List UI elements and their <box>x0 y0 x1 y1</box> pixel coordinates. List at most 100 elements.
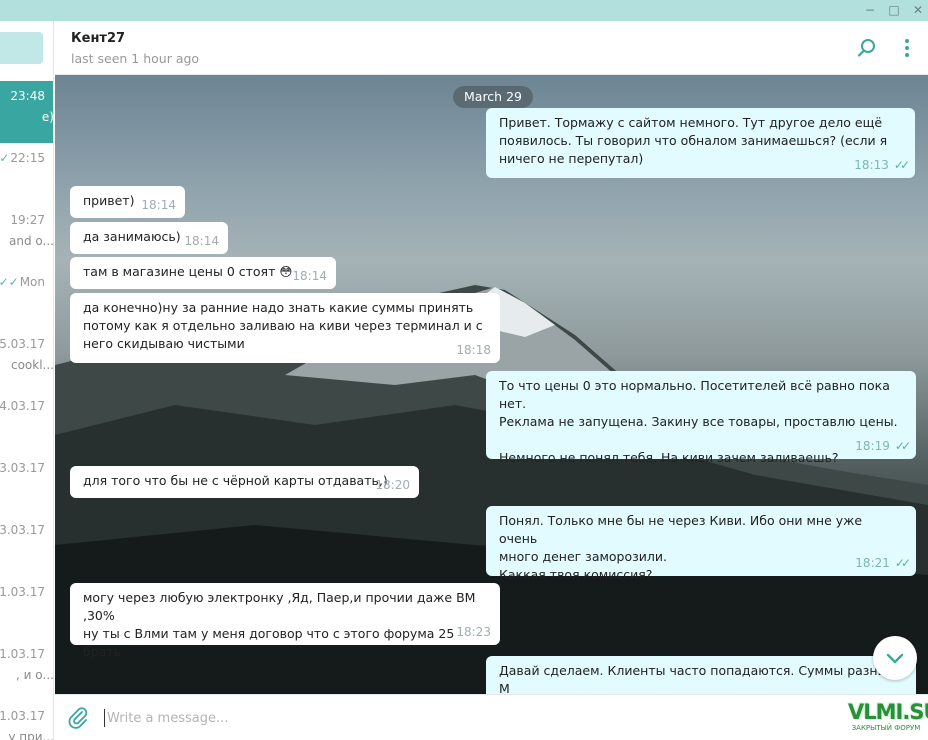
message-time-label: 18:20 <box>375 478 410 492</box>
message-time: 18:13 ✓✓ <box>854 156 910 174</box>
message-time-label: 18:14 <box>141 198 176 212</box>
outgoing-message[interactable]: Давай сделаем. Клиенты часто попадаются.… <box>486 656 916 694</box>
message-time: 18:20 <box>375 476 410 494</box>
message-time-label: 18:14 <box>184 234 219 248</box>
dialog-time: 23:48 <box>10 89 45 103</box>
read-check-icon: ✓✓ <box>893 158 910 172</box>
message-time: 18:14 <box>292 267 327 285</box>
incoming-message[interactable]: могу через любую электронку ,Яд, Паер,и … <box>70 583 500 659</box>
message-text: там в магазине цены 0 стоят 😳 <box>83 264 293 279</box>
dialog-list-item[interactable]: 21.03.17 у при... <box>0 701 54 740</box>
message-time: 18:14 <box>141 196 176 214</box>
outgoing-message[interactable]: То что цены 0 это нормально. Посетителей… <box>486 371 916 465</box>
dialog-time: 25.03.17 <box>0 337 45 351</box>
peer-status: last seen 1 hour ago <box>71 51 200 66</box>
dialog-time-label: 24.03.17 <box>0 399 45 413</box>
incoming-message[interactable]: да занимаюсь) 18:14 <box>70 222 228 254</box>
maximize-button[interactable]: □ <box>886 2 902 18</box>
dialog-time-label: 23.03.17 <box>0 523 45 537</box>
incoming-message[interactable]: привет) 18:14 <box>70 186 185 218</box>
incoming-message[interactable]: для того что бы не с чёрной карты отдава… <box>70 466 419 498</box>
dialog-time: 21.03.17 <box>0 709 45 723</box>
message-time-label: 18:13 <box>854 158 889 172</box>
dialog-time-label: 21.03.17 <box>0 647 45 661</box>
dialog-list-item[interactable]: 23.03.17 <box>0 453 53 515</box>
dialog-time-label: Mon <box>19 275 45 289</box>
incoming-message[interactable]: там в магазине цены 0 стоят 😳 18:14 <box>70 257 336 289</box>
dialog-list-item[interactable]: 19:27 and o... <box>0 205 54 267</box>
date-separator: March 29 <box>453 86 533 108</box>
dialog-list-item[interactable]: ✓✓Mon <box>0 267 53 329</box>
dialog-time-label: 21.03.17 <box>0 585 45 599</box>
message-time-label: 18:18 <box>456 343 491 357</box>
close-button[interactable]: ✕ <box>910 2 926 18</box>
watermark: VLMI.SU ЗАКРЫТЫЙ ФОРУМ <box>848 700 928 736</box>
more-vertical-icon[interactable] <box>895 36 919 60</box>
watermark-tagline: ЗАКРЫТЫЙ ФОРУМ <box>851 724 921 732</box>
dialog-time: 19:27 <box>10 213 45 227</box>
message-composer <box>55 694 928 740</box>
message-text: Давай сделаем. Клиенты часто попадаются.… <box>499 663 900 694</box>
dialog-list-item[interactable]: 23:48 e) <box>0 81 54 143</box>
dialog-time: 24.03.17 <box>0 399 45 413</box>
read-check-icon: ✓✓ <box>894 439 911 453</box>
dialog-time: 23.03.17 <box>0 523 45 537</box>
dialog-time-label: 25.03.17 <box>0 337 45 351</box>
dialog-time-label: 23:48 <box>10 89 45 103</box>
dialog-list-item[interactable]: 25.03.17 cookl... <box>0 329 54 391</box>
dialog-list: 23:48e)✓✓22:1519:27and o...✓✓Mon25.03.17… <box>0 21 54 740</box>
message-input[interactable] <box>107 705 797 731</box>
outgoing-message[interactable]: Понял. Только мне бы не через Киви. Ибо … <box>486 506 916 582</box>
message-time-label: 18:19 <box>855 439 890 453</box>
minimize-button[interactable]: − <box>862 2 878 18</box>
read-check-icon: ✓✓ <box>0 275 19 289</box>
dialog-list-item[interactable]: 21.03.17 <box>0 577 53 639</box>
message-text: То что цены 0 это нормально. Посетителей… <box>499 378 898 465</box>
message-time-label: 18:21 <box>855 556 890 570</box>
dialog-time-label: 21.03.17 <box>0 709 45 723</box>
dialog-time: 21.03.17 <box>0 585 45 599</box>
dialog-list-item[interactable]: 24.03.17 <box>0 391 53 453</box>
dialog-time: ✓✓Mon <box>0 275 45 289</box>
read-check-icon: ✓✓ <box>894 556 911 570</box>
message-time-label: 18:23 <box>456 625 491 639</box>
search-icon[interactable] <box>855 36 879 60</box>
dialog-time: ✓✓22:15 <box>0 151 45 165</box>
scroll-to-bottom-button[interactable] <box>873 636 917 680</box>
chat-header: Кент27 last seen 1 hour ago <box>55 21 928 75</box>
message-time: 18:21 ✓✓ <box>855 554 911 572</box>
paperclip-icon[interactable] <box>66 706 90 730</box>
dialog-preview: and o... <box>9 234 54 248</box>
dialog-preview: cookl... <box>10 358 54 372</box>
incoming-message[interactable]: да конечно)ну за ранние надо знать какие… <box>70 293 500 363</box>
text-caret <box>104 709 105 727</box>
dialog-preview: e) <box>41 110 54 124</box>
watermark-logo: VLMI.SU <box>848 700 928 724</box>
outgoing-message[interactable]: Привет. Тормажу с сайтом немного. Тут др… <box>486 108 915 178</box>
dialog-time-label: 19:27 <box>10 213 45 227</box>
message-text: Понял. Только мне бы не через Киви. Ибо … <box>499 513 863 582</box>
read-check-icon: ✓✓ <box>0 151 10 165</box>
chevron-down-icon <box>886 653 904 664</box>
dialog-list-item[interactable]: 21.03.17 , и о... <box>0 639 54 701</box>
dialog-preview: у при... <box>8 730 54 740</box>
message-time: 18:19 ✓✓ <box>855 437 911 455</box>
message-time-label: 18:14 <box>292 269 327 283</box>
peer-name[interactable]: Кент27 <box>71 31 125 46</box>
message-text: да конечно)ну за ранние надо знать какие… <box>83 300 483 351</box>
dialog-preview: , и о... <box>15 668 54 682</box>
window-titlebar: − □ ✕ <box>0 0 928 21</box>
dialog-list-item[interactable]: ✓✓22:15 <box>0 143 53 205</box>
dialog-time-label: 22:15 <box>10 151 45 165</box>
dialog-list-item[interactable]: 23.03.17 <box>0 515 53 577</box>
message-text: могу через любую электронку ,Яд, Паер,и … <box>83 590 476 659</box>
dialog-time-label: 23.03.17 <box>0 461 45 475</box>
message-text: для того что бы не с чёрной карты отдава… <box>83 473 388 488</box>
message-text: Привет. Тормажу с сайтом немного. Тут др… <box>499 115 888 166</box>
dialog-time: 21.03.17 <box>0 647 45 661</box>
message-time: 18:23 <box>456 623 491 641</box>
search-input[interactable] <box>0 32 43 64</box>
message-history[interactable]: March 29 Привет. Тормажу с сайтом немног… <box>55 75 928 694</box>
message-time: 18:18 <box>456 341 491 359</box>
dialog-time: 23.03.17 <box>0 461 45 475</box>
